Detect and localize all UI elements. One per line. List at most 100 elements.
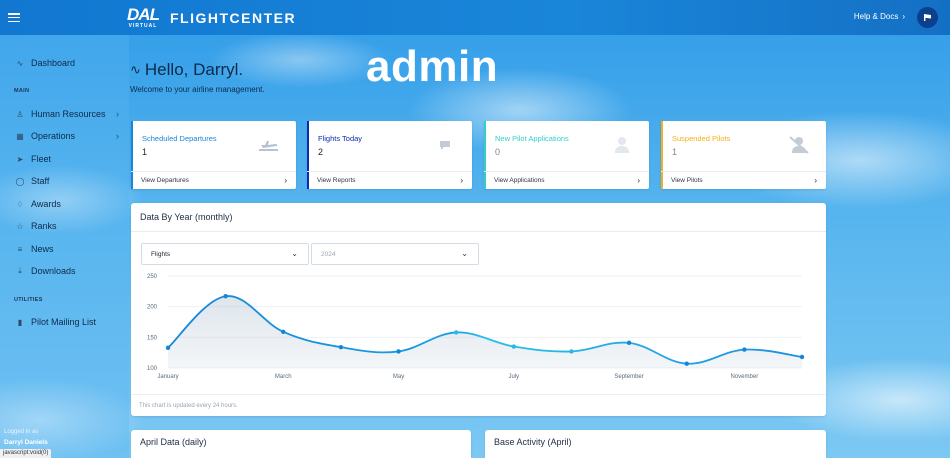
- x-tick-label: November: [731, 374, 759, 380]
- pulse-icon: ∿: [130, 62, 141, 77]
- card-link-label: View Departures: [141, 177, 189, 184]
- user-icon: [611, 134, 633, 156]
- y-tick-label: 150: [147, 335, 158, 341]
- chevron-right-icon: ›: [637, 176, 640, 185]
- chevron-right-icon: ›: [116, 109, 119, 119]
- view-applications-link[interactable]: View Applications ›: [484, 171, 649, 189]
- base-activity-title: Base Activity (April): [494, 437, 572, 447]
- card-title: Suspended Pilots: [672, 134, 731, 143]
- sidebar-item-human-resources[interactable]: ♙ Human Resources ›: [0, 106, 129, 122]
- data-point[interactable]: [165, 345, 171, 350]
- person-icon: ♙: [16, 109, 24, 119]
- logged-in-label: Logged in as: [4, 429, 39, 435]
- sidebar-item-label: Awards: [31, 199, 61, 209]
- card-value: 1: [142, 147, 148, 157]
- data-point[interactable]: [281, 329, 286, 335]
- sidebar-item-dashboard[interactable]: ∿ Dashboard: [0, 55, 129, 71]
- send-icon: ➤: [16, 154, 24, 164]
- greeting: ∿ Hello, Darryl.: [130, 60, 243, 80]
- page-title: Hello, Darryl.: [144, 60, 244, 79]
- chart-panel: Data By Year (monthly) Flights ⌄ 2024 ⌄ …: [131, 203, 826, 416]
- pulse-icon: ∿: [16, 58, 24, 68]
- sidebar-section-main: MAIN: [14, 88, 30, 94]
- bar-chart-icon: ▮: [17, 317, 23, 327]
- flag-icon: [924, 14, 931, 21]
- card-link-label: View Reports: [317, 177, 356, 184]
- sidebar-item-label: News: [31, 244, 54, 254]
- chevron-right-icon: ›: [814, 176, 817, 185]
- y-tick-label: 250: [147, 274, 158, 280]
- line-chart: January March May July September November 100…: [147, 274, 805, 380]
- data-point[interactable]: [684, 361, 689, 366]
- logged-in-name: Darryl Daniels: [4, 439, 48, 446]
- data-point[interactable]: [453, 330, 459, 335]
- download-icon: ⤓: [18, 266, 22, 275]
- view-departures-link[interactable]: View Departures ›: [131, 171, 296, 189]
- card-value: 1: [672, 147, 678, 157]
- admin-overlay-text: admin: [366, 42, 499, 91]
- brand-name: FLIGHTCENTER: [170, 9, 297, 26]
- april-data-panel: April Data (daily): [131, 430, 471, 458]
- data-point[interactable]: [396, 349, 401, 354]
- brand-logo-sub: VIRTUAL: [128, 22, 158, 29]
- sidebar-item-label: Human Resources: [31, 109, 106, 119]
- data-point[interactable]: [338, 344, 344, 350]
- award-icon: ♢: [16, 199, 24, 209]
- sidebar-item-label: Staff: [31, 176, 50, 186]
- sidebar-item-pilot-mailing-list[interactable]: ▮ Pilot Mailing List: [0, 314, 129, 330]
- sidebar-item-label: Operations: [31, 131, 76, 141]
- browser-status-bar: javascript:void(0): [0, 449, 52, 458]
- sidebar-item-awards[interactable]: ♢ Awards: [0, 196, 129, 212]
- brand[interactable]: DAL VIRTUAL FLIGHTCENTER: [126, 0, 296, 35]
- sidebar-item-news[interactable]: ≡ News: [0, 241, 129, 257]
- x-tick-label: March: [275, 374, 292, 380]
- data-point[interactable]: [626, 340, 632, 346]
- data-point[interactable]: [223, 294, 228, 299]
- y-tick-label: 100: [147, 366, 158, 372]
- user-avatar-button[interactable]: [917, 7, 938, 28]
- card-link-label: View Applications: [494, 177, 545, 184]
- base-activity-panel: Base Activity (April): [485, 430, 826, 458]
- page-subtitle: Welcome to your airline management.: [130, 85, 265, 94]
- brand-logo: DAL VIRTUAL: [126, 4, 160, 29]
- sidebar: ∿ Dashboard MAIN ♙ Human Resources › ▦ O…: [0, 35, 129, 458]
- x-tick-label: May: [393, 374, 404, 380]
- sidebar-item-label: Downloads: [31, 266, 76, 276]
- chart-update-note: This chart is updated every 24 hours.: [139, 403, 238, 409]
- stat-card-new-pilot-applications: New Pilot Applications 0 View Applicatio…: [484, 121, 649, 189]
- card-title: Flights Today: [318, 134, 363, 143]
- card-value: 2: [318, 147, 324, 157]
- card-title: New Pilot Applications: [495, 134, 569, 143]
- data-point[interactable]: [742, 347, 747, 352]
- chevron-right-icon: ›: [116, 131, 119, 141]
- sidebar-item-fleet[interactable]: ➤ Fleet: [0, 151, 129, 167]
- data-point[interactable]: [511, 344, 517, 349]
- help-docs-link[interactable]: Help & Docs ›: [854, 12, 905, 21]
- chevron-right-icon: ›: [460, 176, 463, 185]
- sidebar-item-operations[interactable]: ▦ Operations ›: [0, 128, 129, 144]
- hamburger-menu-icon[interactable]: [8, 13, 20, 22]
- sidebar-item-label: Ranks: [31, 221, 57, 231]
- news-icon: ≡: [17, 244, 23, 254]
- help-docs-label: Help & Docs: [853, 12, 899, 21]
- y-tick-label: 200: [147, 305, 158, 311]
- x-tick-label: January: [157, 374, 178, 380]
- sidebar-section-utilities: UTILITIES: [14, 297, 43, 303]
- sidebar-item-ranks[interactable]: ☆ Ranks: [0, 218, 129, 234]
- card-title: Scheduled Departures: [142, 134, 217, 143]
- stat-card-flights-today: Flights Today 2 View Reports ›: [307, 121, 472, 189]
- departure-icon: [258, 134, 280, 156]
- top-bar: DAL VIRTUAL FLIGHTCENTER Help & Docs ›: [0, 0, 950, 35]
- view-reports-link[interactable]: View Reports ›: [307, 171, 472, 189]
- view-pilots-link[interactable]: View Pilots ›: [661, 171, 826, 189]
- sidebar-item-label: Pilot Mailing List: [31, 317, 97, 327]
- chevron-right-icon: ›: [902, 12, 905, 21]
- sidebar-item-staff[interactable]: ◯ Staff: [0, 173, 129, 189]
- brand-logo-text: DAL: [127, 4, 160, 24]
- data-point[interactable]: [569, 349, 574, 354]
- sidebar-item-downloads[interactable]: ⤓ Downloads: [0, 263, 129, 279]
- sidebar-item-label: Fleet: [31, 154, 52, 164]
- chat-icon: [434, 134, 456, 156]
- card-value: 0: [495, 147, 501, 157]
- data-point[interactable]: [799, 354, 805, 360]
